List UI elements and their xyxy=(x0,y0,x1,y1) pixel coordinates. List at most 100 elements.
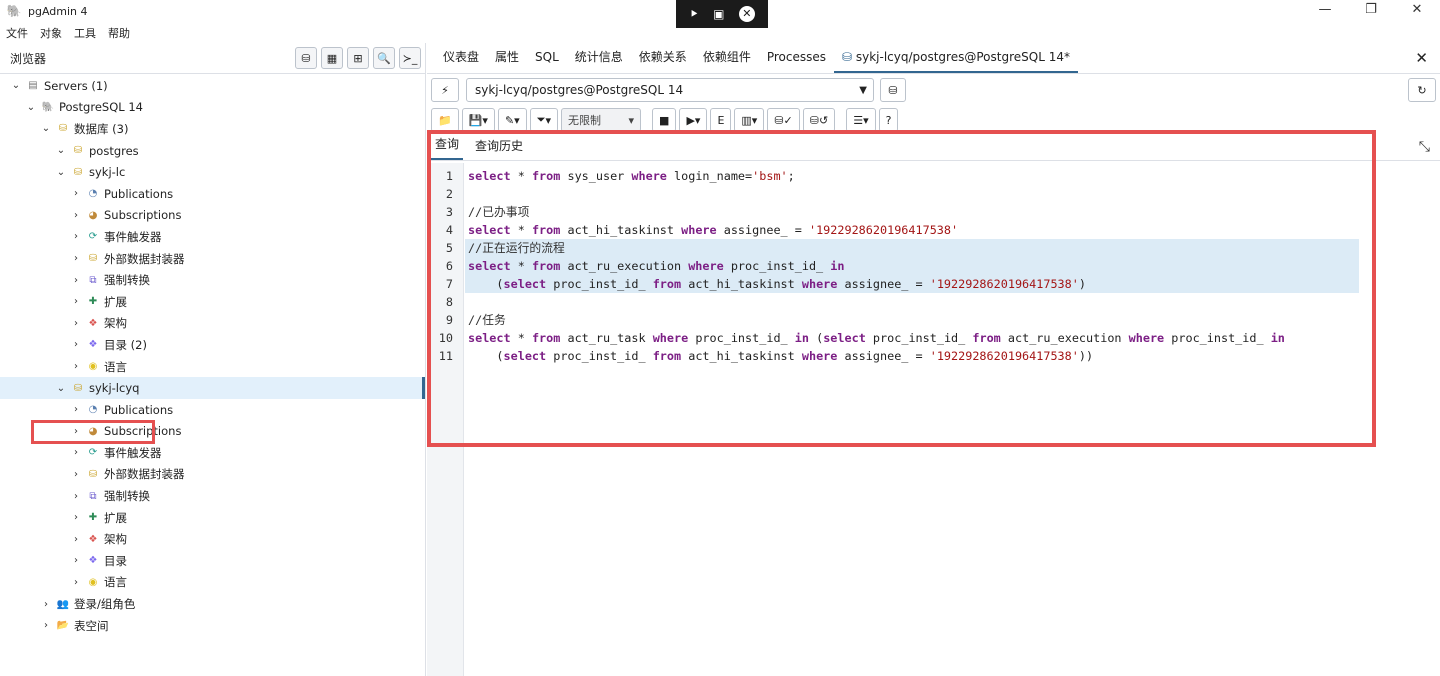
explain-analyze-button[interactable]: ▥ ▾ xyxy=(734,108,765,132)
tree-item[interactable]: ⌄ ⛁ sykj-lcyq xyxy=(0,377,425,399)
refresh-button[interactable]: ↻ xyxy=(1408,78,1436,102)
tree-item[interactable]: › ◉ 语言 xyxy=(0,572,425,594)
rollback-button[interactable]: ⛁↺ xyxy=(802,108,836,132)
macros-button[interactable]: ☰ ▾ xyxy=(846,108,876,132)
view-data-button[interactable]: ▦ xyxy=(321,47,343,69)
language-icon: ◉ xyxy=(88,361,98,373)
menu-tools[interactable]: 工具 xyxy=(74,25,96,41)
chevron-right-icon[interactable]: › xyxy=(70,512,82,523)
menu-file[interactable]: 文件 xyxy=(6,25,28,41)
tree-item[interactable]: › ❖ 目录 (2) xyxy=(0,334,425,356)
tree-item[interactable]: ⌄ ⛁ 数据库 (3) xyxy=(0,118,425,140)
sql-editor[interactable]: 1 select * from sys_user where login_name… xyxy=(427,163,1440,676)
chevron-right-icon[interactable]: › xyxy=(40,599,52,610)
tree-item[interactable]: › ◔ Publications xyxy=(0,399,425,421)
close-icon[interactable]: ✕ xyxy=(738,6,755,22)
cursor-icon[interactable]: ⯈ xyxy=(689,7,699,22)
chevron-right-icon[interactable]: › xyxy=(70,555,82,566)
tree-item[interactable]: › ⟳ 事件触发器 xyxy=(0,226,425,248)
tree-item[interactable]: › ⟳ 事件触发器 xyxy=(0,442,425,464)
tree-item[interactable]: › ⛁ 外部数据封装器 xyxy=(0,464,425,486)
chevron-right-icon[interactable]: › xyxy=(70,491,82,502)
query-tool-db-button[interactable]: ⛁ xyxy=(295,47,317,69)
chevron-right-icon[interactable]: › xyxy=(70,318,82,329)
collapse-icon[interactable]: ⤡ xyxy=(1419,139,1430,155)
open-file-button[interactable]: 📁 xyxy=(431,108,459,132)
tree-item[interactable]: › ⧉ 强制转换 xyxy=(0,269,425,291)
tree-item[interactable]: › ◔ Publications xyxy=(0,183,425,205)
minimize-button[interactable]: — xyxy=(1302,0,1348,22)
tree-item[interactable]: › ⛁ 外部数据封装器 xyxy=(0,248,425,270)
connection-select[interactable]: sykj-lcyq/postgres@PostgreSQL 14 ▼ xyxy=(466,78,874,102)
chevron-right-icon[interactable]: › xyxy=(70,426,82,437)
chevron-right-icon[interactable]: › xyxy=(40,620,52,631)
chevron-right-icon[interactable]: › xyxy=(70,253,82,264)
chevron-right-icon[interactable]: › xyxy=(70,447,82,458)
tree-item[interactable]: › ❖ 目录 xyxy=(0,550,425,572)
tree-item[interactable]: ⌄ ⛁ sykj-lc xyxy=(0,161,425,183)
commit-button[interactable]: ⛁✓ xyxy=(767,108,800,132)
psql-tool-button[interactable]: ≻_ xyxy=(399,47,421,69)
chevron-down-icon[interactable]: ⌄ xyxy=(10,80,22,91)
tab-processes[interactable]: Processes xyxy=(759,43,834,73)
chevron-down-icon[interactable]: ⌄ xyxy=(55,383,67,394)
save-button[interactable]: 💾 ▾ xyxy=(461,108,495,132)
tab-dashboard[interactable]: 仪表盘 xyxy=(435,43,487,73)
tab-query-tool[interactable]: ⛁ sykj-lcyq/postgres@PostgreSQL 14* xyxy=(833,43,1078,73)
tree-item[interactable]: › ✚ 扩展 xyxy=(0,291,425,313)
tab-dependencies[interactable]: 依赖关系 xyxy=(631,43,695,73)
tab-query[interactable]: 查询 xyxy=(431,135,464,160)
chevron-right-icon[interactable]: › xyxy=(70,339,82,350)
edit-button[interactable]: ✎ ▾ xyxy=(497,108,527,132)
tree-item[interactable]: › ◕ Subscriptions xyxy=(0,205,425,227)
tree-item[interactable]: › ❖ 架构 xyxy=(0,528,425,550)
execute-button[interactable]: ▶ ▾ xyxy=(679,108,708,132)
row-limit-select[interactable]: 无限制 ▾ xyxy=(561,108,642,132)
new-connection-button[interactable]: ⛁ xyxy=(880,78,906,102)
chevron-right-icon[interactable]: › xyxy=(70,361,82,372)
tab-dependents[interactable]: 依赖组件 xyxy=(695,43,759,73)
tree-item[interactable]: › ✚ 扩展 xyxy=(0,507,425,529)
tree-item[interactable]: › ⧉ 强制转换 xyxy=(0,485,425,507)
tree-item[interactable]: ⌄ ▤ Servers (1) xyxy=(0,75,425,97)
chevron-right-icon[interactable]: › xyxy=(70,188,82,199)
chevron-down-icon[interactable]: ⌄ xyxy=(55,167,67,178)
tree-item[interactable]: › ❖ 架构 xyxy=(0,313,425,335)
chevron-right-icon[interactable]: › xyxy=(70,210,82,221)
chevron-down-icon[interactable]: ⌄ xyxy=(40,123,52,134)
close-window-button[interactable]: ✕ xyxy=(1394,0,1440,22)
stop-button[interactable]: ■ xyxy=(652,108,677,132)
tree-item[interactable]: › ◕ Subscriptions xyxy=(0,421,425,443)
chevron-right-icon[interactable]: › xyxy=(70,577,82,588)
tab-properties[interactable]: 属性 xyxy=(487,43,527,73)
help-button[interactable]: ? xyxy=(878,108,899,132)
menu-help[interactable]: 帮助 xyxy=(108,25,130,41)
tree-item[interactable]: ⌄ ⛁ postgres xyxy=(0,140,425,162)
maximize-button[interactable]: ❐ xyxy=(1348,0,1394,22)
chevron-right-icon[interactable]: › xyxy=(70,296,82,307)
tree-item[interactable]: ⌄ 🐘 PostgreSQL 14 xyxy=(0,97,425,119)
tree-item[interactable]: › ◉ 语言 xyxy=(0,356,425,378)
chevron-down-icon[interactable]: ⌄ xyxy=(55,145,67,156)
chevron-down-icon[interactable]: ⌄ xyxy=(25,102,37,113)
tab-statistics[interactable]: 统计信息 xyxy=(567,43,631,73)
tree-item[interactable]: › 👥 登录/组角色 xyxy=(0,593,425,615)
filter-button[interactable]: ⏷ ▾ xyxy=(529,108,559,132)
pgadmin-elephant-icon: 🐘 xyxy=(6,4,22,18)
tree-item[interactable]: › 📂 表空间 xyxy=(0,615,425,637)
explain-button[interactable]: E xyxy=(710,108,732,132)
search-objects-button[interactable]: 🔍 xyxy=(373,47,395,69)
database-check-icon: ⛁✓ xyxy=(774,113,793,127)
tab-query-history[interactable]: 查询历史 xyxy=(471,137,527,160)
chevron-right-icon[interactable]: › xyxy=(70,534,82,545)
close-tab-icon[interactable]: ✕ xyxy=(1415,49,1428,67)
filter-rows-button[interactable]: ⊞ xyxy=(347,47,369,69)
menu-object[interactable]: 对象 xyxy=(40,25,62,41)
video-off-icon[interactable]: ▣ xyxy=(713,7,724,21)
tab-sql[interactable]: SQL xyxy=(527,43,567,73)
chevron-right-icon[interactable]: › xyxy=(70,231,82,242)
chevron-right-icon[interactable]: › xyxy=(70,469,82,480)
chevron-right-icon[interactable]: › xyxy=(70,275,82,286)
chevron-right-icon[interactable]: › xyxy=(70,404,82,415)
connection-status-button[interactable]: ⚡ xyxy=(431,78,459,102)
